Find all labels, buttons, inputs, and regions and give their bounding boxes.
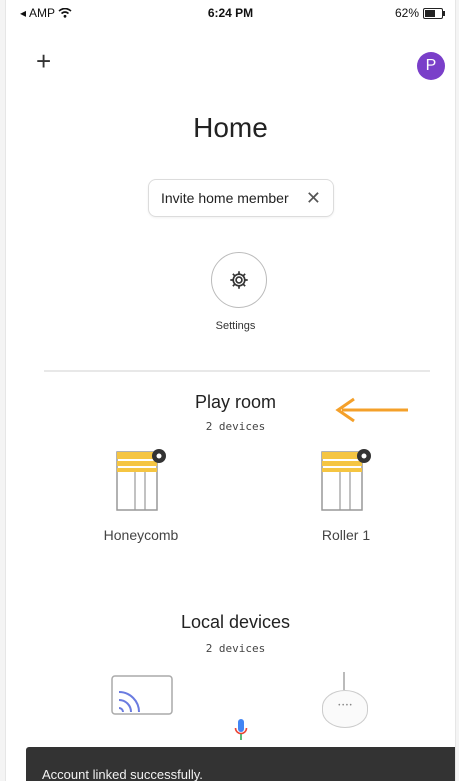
close-icon[interactable]: ✕ xyxy=(306,188,321,209)
add-icon[interactable]: + xyxy=(36,48,51,74)
local-devices-title: Local devices xyxy=(180,612,291,632)
avatar[interactable]: P xyxy=(417,52,445,80)
settings-button[interactable] xyxy=(211,252,267,308)
cast-device-icon[interactable] xyxy=(109,672,175,718)
local-device-count: 2 devices xyxy=(205,642,266,655)
device-label: Roller 1 xyxy=(321,527,371,543)
pointer-arrow-icon xyxy=(335,397,408,423)
app-screen: ◂ AMP 6:24 PM 62% + P Home Invite home m… xyxy=(5,0,456,781)
page-title: Home xyxy=(193,112,268,143)
status-bar: ◂ AMP 6:24 PM 62% xyxy=(6,0,455,28)
snackbar: Account linked successfully. xyxy=(26,747,455,781)
battery-percent: 62% xyxy=(394,6,419,20)
battery-status: 62% xyxy=(394,6,445,20)
blind-settings-icon xyxy=(116,449,166,511)
settings-label: Settings xyxy=(215,320,256,332)
blind-settings-icon xyxy=(321,449,371,511)
gear-icon xyxy=(230,271,248,289)
invite-chip-label: Invite home member xyxy=(161,190,289,206)
invite-home-member-chip[interactable]: Invite home member ✕ xyxy=(148,179,334,217)
battery-icon xyxy=(423,7,445,19)
device-tile-roller-1[interactable]: Roller 1 xyxy=(296,446,396,543)
status-time: 6:24 PM xyxy=(207,6,254,20)
device-tile-honeycomb[interactable]: Honeycomb xyxy=(91,446,191,543)
speaker-antenna xyxy=(343,672,345,690)
snackbar-message: Account linked successfully. xyxy=(42,767,203,781)
divider xyxy=(44,370,430,372)
device-label: Honeycomb xyxy=(103,527,179,543)
mini-speaker-icon[interactable] xyxy=(322,690,368,728)
mic-icon[interactable] xyxy=(234,718,248,742)
